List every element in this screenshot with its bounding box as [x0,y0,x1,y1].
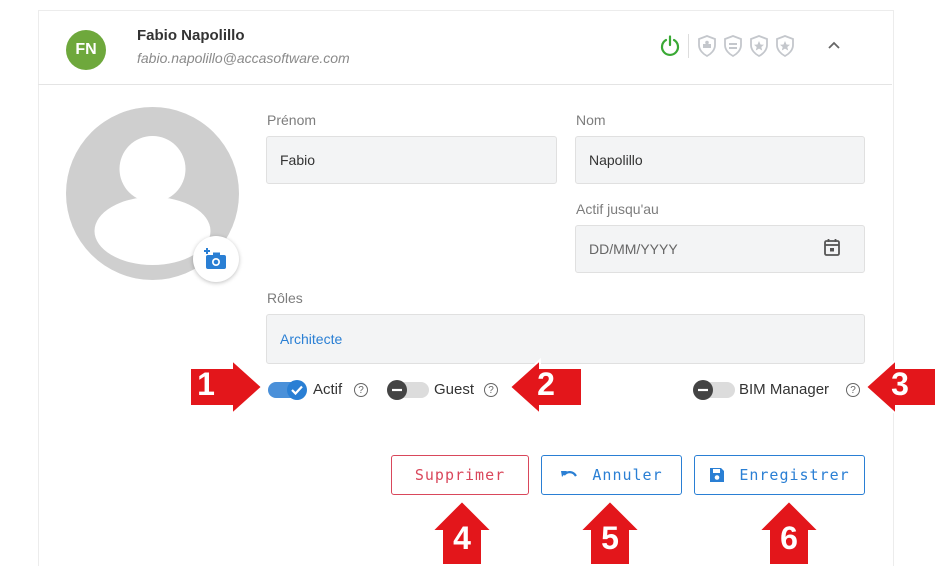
check-icon [287,380,307,400]
calendar-icon[interactable] [824,238,840,256]
shield-star-icon[interactable] [749,35,769,57]
actif-toggle-label: Actif [313,381,343,398]
annotation-label-1: 1 [197,366,215,402]
bim-manager-toggle-label: BIM Manager [739,381,830,398]
cancel-button[interactable]: Annuler [541,455,682,495]
first-name-label: Prénom [267,112,317,128]
active-until-date-input[interactable]: DD/MM/YYYY [575,225,865,273]
minus-icon [693,380,713,400]
guest-toggle-label: Guest [434,381,475,398]
add-photo-icon [204,248,226,269]
annotation-label-4: 4 [453,520,471,556]
minus-icon [387,380,407,400]
active-until-label: Actif jusqu'au [576,201,659,217]
add-photo-button[interactable] [193,236,239,282]
user-name: Fabio Napolillo [137,27,245,44]
delete-button-label: Supprimer [414,466,506,484]
bim-help-icon[interactable]: ? [846,383,860,397]
cancel-button-label: Annuler [592,466,663,484]
first-name-input[interactable]: Fabio [266,136,557,184]
actif-help-icon[interactable]: ? [354,383,368,397]
user-email: fabio.napolillo@accasoftware.com [137,50,350,66]
last-name-input[interactable]: Napolillo [575,136,865,184]
header-status-icons [660,34,795,58]
shield-icon[interactable] [723,35,743,57]
save-button-label: Enregistrer [739,466,850,484]
header-divider [688,34,689,58]
last-name-label: Nom [576,112,606,128]
roles-select[interactable]: Architecte [266,314,865,364]
chevron-up-icon[interactable] [826,38,842,52]
annotation-label-3: 3 [891,366,909,402]
date-placeholder: DD/MM/YYYY [589,241,678,257]
annotation-label-2: 2 [537,366,555,402]
shield-icon[interactable] [697,35,717,57]
user-initials-avatar: FN [66,30,106,70]
guest-help-icon[interactable]: ? [484,383,498,397]
annotation-label-5: 5 [601,520,619,556]
save-icon [710,468,725,482]
save-button[interactable]: Enregistrer [694,455,865,495]
shield-star-icon[interactable] [775,35,795,57]
power-icon[interactable] [660,35,680,57]
annotation-label-6: 6 [780,520,798,556]
roles-label: Rôles [267,290,303,306]
delete-button[interactable]: Supprimer [391,455,529,495]
undo-icon [561,471,578,477]
